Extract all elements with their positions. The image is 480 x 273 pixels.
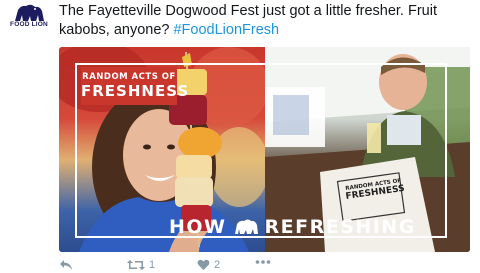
banner-left-text: HOW bbox=[169, 216, 227, 238]
retweet-button[interactable]: 1 bbox=[127, 259, 155, 271]
tweet-media[interactable]: RANDOM ACTS OF FRESHNESS RANDOM ACTS OF … bbox=[59, 47, 470, 252]
avatar[interactable]: FOOD LION bbox=[9, 2, 49, 32]
reply-button[interactable] bbox=[59, 259, 73, 271]
like-button[interactable]: 2 bbox=[197, 259, 220, 271]
retweet-count: 1 bbox=[149, 259, 156, 271]
avatar-label: FOOD LION bbox=[10, 21, 48, 28]
like-count: 2 bbox=[214, 259, 221, 271]
reply-icon bbox=[60, 260, 72, 270]
heart-icon bbox=[197, 259, 210, 270]
hashtag-link[interactable]: #FoodLionFresh bbox=[173, 22, 279, 38]
how-refreshing-banner: HOW REFRESHING bbox=[169, 215, 416, 239]
tweet-actions: 1 2 bbox=[59, 259, 359, 273]
lion-mark-icon bbox=[233, 218, 259, 236]
more-icon bbox=[255, 260, 271, 264]
badge-line1: RANDOM ACTS OF bbox=[82, 72, 176, 82]
more-button[interactable] bbox=[255, 259, 271, 265]
tweet-text: The Fayetteville Dogwood Fest just got a… bbox=[59, 2, 469, 40]
retweet-icon bbox=[127, 260, 145, 270]
banner-right-text: REFRESHING bbox=[264, 216, 416, 238]
badge-line2: FRESHNESS bbox=[81, 82, 190, 100]
random-acts-badge: RANDOM ACTS OF FRESHNESS bbox=[81, 67, 190, 105]
